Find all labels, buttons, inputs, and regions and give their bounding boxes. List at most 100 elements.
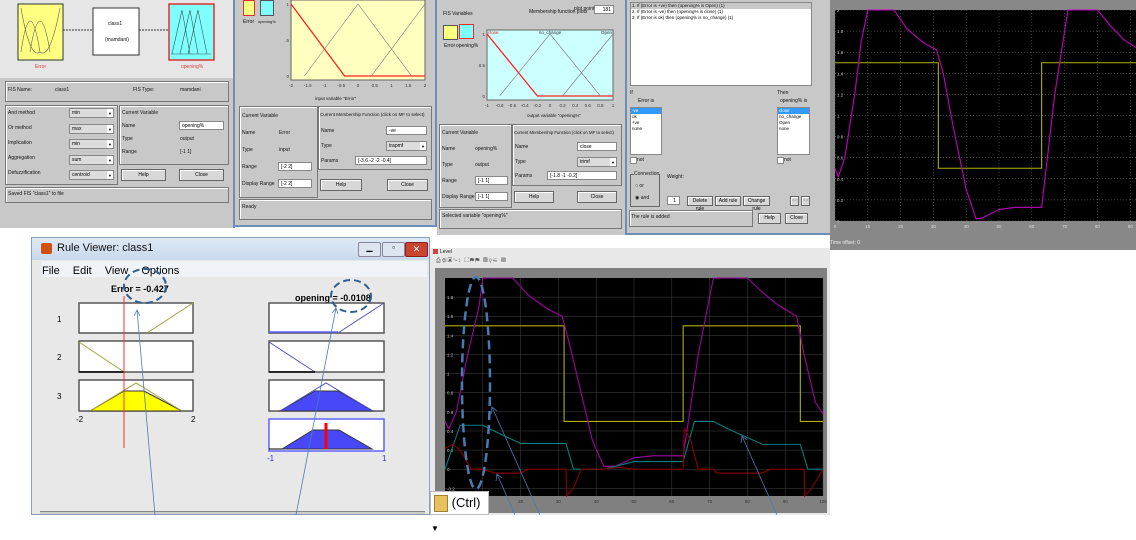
- x-tick-label: 70: [1062, 224, 1068, 229]
- error-variable-icon[interactable]: [243, 0, 255, 16]
- help-button[interactable]: Help: [320, 179, 362, 191]
- system-type: (mamdani): [105, 37, 129, 43]
- mf-name-input[interactable]: -ve: [386, 126, 427, 135]
- input-not-checkbox[interactable]: [630, 157, 637, 164]
- or-radio[interactable]: ○ or: [635, 183, 644, 189]
- range-input[interactable]: [-1 1]: [475, 176, 508, 185]
- delete-rule-button[interactable]: Delete rule: [687, 196, 713, 212]
- close-button[interactable]: Close: [387, 179, 428, 191]
- x-tick-label: -0.8: [496, 103, 504, 108]
- x-tick-label: 0: [834, 224, 837, 229]
- x-tick-label: -1: [322, 83, 326, 88]
- rule-list[interactable]: 1. If (Error is +ve) then (opening% is O…: [630, 2, 812, 86]
- change-rule-button[interactable]: Change rule: [743, 196, 770, 212]
- weight-label: Weight:: [667, 174, 684, 180]
- scope-bottom-plot[interactable]: -0.200.20.40.60.811.21.41.61.81020304050…: [435, 268, 827, 513]
- help-button[interactable]: Help: [758, 213, 781, 224]
- prev-rule-button[interactable]: <<: [790, 196, 799, 206]
- output-not-checkbox[interactable]: [777, 157, 784, 164]
- mf-plot-error[interactable]: -2 -1.5 -1 -0.5 0 0.5 1 1.5 2 1 0.5 0: [285, 0, 431, 100]
- rule2-input-plot[interactable]: [78, 340, 194, 373]
- x-tick-label: -1: [485, 103, 489, 108]
- variable-name-input[interactable]: opening%: [179, 121, 224, 130]
- input-mf-list[interactable]: -ve ok +ve none: [630, 107, 662, 155]
- rule1-output-plot[interactable]: [268, 302, 385, 334]
- scope-top-plot[interactable]: 00.20.40.60.811.21.41.61.820 10 20 30 40 50 60…: [830, 0, 1136, 235]
- display-range-input[interactable]: [-1 1]: [475, 192, 508, 201]
- add-rule-button[interactable]: Add rule: [715, 196, 741, 206]
- close-button[interactable]: Close: [577, 191, 617, 203]
- params-label: Params: [515, 173, 533, 179]
- x-tick-label: 20: [518, 499, 524, 504]
- display-range-input[interactable]: [-2 2]: [278, 179, 312, 188]
- x-tick-label: -0.5: [337, 83, 345, 88]
- paste-options-button[interactable]: (Ctrl) ▼: [430, 491, 489, 533]
- params-input[interactable]: [-3.6 -2 -2 -0.4]: [355, 156, 427, 165]
- close-button[interactable]: Close: [179, 169, 224, 181]
- type-value: input: [279, 147, 290, 153]
- plot-points-input[interactable]: 181: [594, 5, 614, 14]
- x-tick-label: 20: [898, 224, 904, 229]
- and-radio[interactable]: ◉ and: [635, 195, 649, 201]
- clipboard-icon: [434, 495, 448, 513]
- y-tick-label: 0.6: [837, 156, 844, 161]
- and-method-select[interactable]: min ▼: [69, 108, 114, 118]
- x-tick-label: 40: [964, 224, 970, 229]
- y-tick-label: 0.5: [285, 38, 289, 43]
- rule2-output-plot[interactable]: [268, 340, 385, 373]
- error-variable-icon[interactable]: [443, 25, 458, 40]
- rule-viewer-plots: [78, 296, 385, 452]
- weight-input[interactable]: 1: [667, 196, 680, 205]
- x-tick-label: 90: [783, 499, 789, 504]
- y-tick-label: 0.8: [447, 391, 454, 396]
- aggregation-select[interactable]: sum ▼: [69, 155, 114, 165]
- fis-type-value: mamdani: [180, 87, 201, 93]
- type-label: Type: [122, 136, 133, 142]
- output-mf-list[interactable]: close no_change Open none: [777, 107, 810, 155]
- mf-plot-opening[interactable]: -1 -0.8 -0.6 -0.4 -0.2 0 0.2 0.4 0.6 0.8 1 1 0.5 0 clo…: [477, 18, 623, 113]
- x-tick-label: 10: [865, 224, 871, 229]
- window-title: Level: [440, 249, 452, 255]
- opening-variable-icon[interactable]: [459, 24, 474, 39]
- params-input[interactable]: [-1.8 -1 -0.2]: [547, 171, 617, 180]
- range-value: [-1 1]: [180, 149, 192, 155]
- implication-select[interactable]: min ▼: [69, 139, 114, 149]
- defuzzification-select[interactable]: centroid ▼: [69, 170, 114, 180]
- system-block[interactable]: [92, 7, 140, 56]
- help-button[interactable]: Help: [121, 169, 166, 181]
- y-tick-label: 1.8: [837, 29, 844, 34]
- range-input[interactable]: [-2 2]: [278, 162, 312, 171]
- range-label: Range: [442, 178, 457, 184]
- dropdown-arrow-icon: ▼: [431, 524, 439, 533]
- name-value: opening%: [475, 146, 498, 152]
- name-value: Error: [279, 130, 291, 136]
- mf-type-select[interactable]: trimf ▼: [577, 157, 617, 167]
- or-method-select[interactable]: max ▼: [69, 124, 114, 134]
- next-rule-button[interactable]: >>: [801, 196, 810, 206]
- input-label: Error: [35, 64, 47, 70]
- var-opening-label: opening%: [258, 19, 276, 24]
- x-tick-label: 1.5: [405, 83, 412, 88]
- x-tick-label: 60: [1029, 224, 1035, 229]
- y-tick-label: 1.6: [837, 50, 844, 55]
- opening-variable-icon[interactable]: [260, 0, 274, 16]
- mf-type-select[interactable]: trapmf ▼: [386, 141, 427, 151]
- close-button[interactable]: Close: [785, 213, 808, 224]
- mf-name-input[interactable]: close: [577, 142, 617, 151]
- rule1-input-plot[interactable]: [78, 302, 194, 334]
- connection-label: Connection: [634, 171, 660, 177]
- range-label: Range: [122, 149, 137, 155]
- y-tick-label: 1.8: [447, 295, 454, 300]
- help-button[interactable]: Help: [514, 191, 554, 203]
- mf-name-label: Name: [515, 144, 529, 150]
- y-tick-label: 0: [286, 74, 289, 79]
- x-tick-label: 2: [424, 83, 427, 88]
- x-tick-label: 80: [745, 499, 751, 504]
- rule-item[interactable]: 3. If (Error is ok) then (opening% is no…: [631, 15, 811, 21]
- x-tick-label: -0.4: [521, 103, 529, 108]
- not-label: not: [637, 157, 644, 163]
- current-variable-label: Current Variable: [242, 113, 279, 119]
- scope-toolbar[interactable]: ⎙⚙▣∿↕ ⛶⚑⚑ ▤⚲⚟ ▥: [436, 258, 526, 265]
- output-block-opening[interactable]: [168, 3, 215, 61]
- fis-type-label: FIS Type:: [133, 87, 155, 93]
